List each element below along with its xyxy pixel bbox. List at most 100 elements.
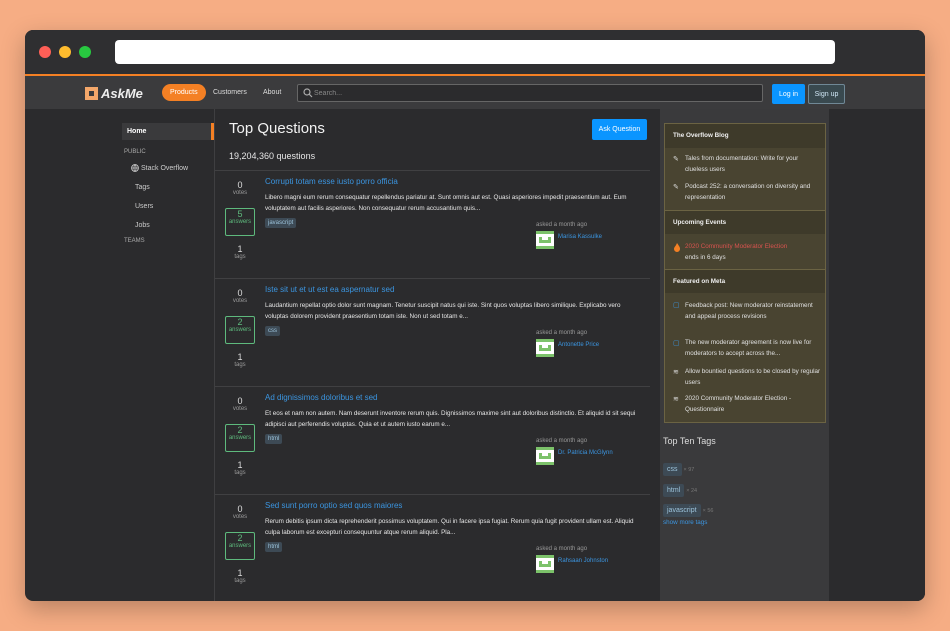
vote-count: 0 votes xyxy=(232,288,248,304)
event-link[interactable]: 2020 Community Moderator Election xyxy=(685,242,821,253)
meta-item[interactable]: The new moderator agreement is now live … xyxy=(685,338,821,359)
user-avatar[interactable] xyxy=(536,339,554,357)
logo-text: AskMe xyxy=(101,85,143,101)
site-logo[interactable]: AskMe xyxy=(85,84,143,102)
meta-header: Featured on Meta xyxy=(665,269,825,293)
blog-item[interactable]: Tales from documentation: Write for your… xyxy=(685,154,821,175)
question-summary: 0 votes 5 answers 1 tags Corrupti totam … xyxy=(215,170,650,278)
pencil-icon: ✎ xyxy=(673,156,679,163)
blog-header: The Overflow Blog xyxy=(665,124,825,148)
user-link[interactable]: Marisa Kassulke xyxy=(558,234,602,240)
maximize-window-button[interactable] xyxy=(79,46,91,58)
top-tags-header: Top Ten Tags xyxy=(663,436,716,446)
address-bar[interactable] xyxy=(115,40,835,64)
blog-item[interactable]: Podcast 252: a conversation on diversity… xyxy=(685,182,821,203)
sidebar-item-home[interactable]: Home xyxy=(122,123,214,140)
question-summary: 0 votes 2 answers 1 tags Ad dignissimos … xyxy=(215,386,650,494)
question-excerpt: Laudantium repellat optio dolor sunt mag… xyxy=(265,302,621,320)
site-header: AskMe Products Customers About Log in Si… xyxy=(25,74,925,109)
search-box xyxy=(297,84,763,102)
asked-time: asked a month ago xyxy=(536,438,588,444)
top-tag-row: javascript × 56 xyxy=(663,499,713,517)
asked-time: asked a month ago xyxy=(536,546,588,552)
tag-count: 1 tags xyxy=(234,460,246,476)
main-content: Top Questions Ask Question 19,204,360 qu… xyxy=(214,109,661,601)
question-tag[interactable]: html xyxy=(265,434,283,444)
page-margin xyxy=(829,109,925,601)
question-tag[interactable]: html xyxy=(265,542,283,552)
asked-time: asked a month ago xyxy=(536,222,588,228)
top-tag-count: × 97 xyxy=(683,467,695,473)
event-deadline: ends in 6 days xyxy=(685,254,726,261)
stack-icon: ≋ xyxy=(673,396,679,403)
search-input[interactable] xyxy=(314,85,754,101)
top-tag[interactable]: javascript xyxy=(663,504,701,517)
meta-item[interactable]: 2020 Community Moderator Election - Ques… xyxy=(685,394,821,415)
top-tag-count: × 56 xyxy=(702,508,714,514)
user-link[interactable]: Dr. Patricia McGlynn xyxy=(558,450,613,456)
answer-count: 2 answers xyxy=(225,316,255,344)
user-link[interactable]: Rahsaan Johnston xyxy=(558,558,608,564)
search-icon xyxy=(303,88,313,98)
stack-icon: ≋ xyxy=(673,369,679,376)
page-title: Top Questions xyxy=(229,120,325,137)
asked-time: asked a month ago xyxy=(536,330,588,336)
question-title-link[interactable]: Ad dignissimos doloribus et sed xyxy=(265,393,378,402)
top-tag[interactable]: css xyxy=(663,463,682,476)
answer-count: 5 answers xyxy=(225,208,255,236)
sidebar-section-public: PUBLIC xyxy=(124,149,146,155)
vote-count: 0 votes xyxy=(232,504,248,520)
answer-count: 2 answers xyxy=(225,424,255,452)
sidebar-item-tags[interactable]: Tags xyxy=(135,184,150,191)
meta-item[interactable]: Allow bountied questions to be closed by… xyxy=(685,367,821,388)
minimize-window-button[interactable] xyxy=(59,46,71,58)
user-link[interactable]: Antonette Price xyxy=(558,342,599,348)
sidebar-item-label: Stack Overflow xyxy=(141,164,189,172)
question-excerpt: Libero magni eum rerum consequatur repel… xyxy=(265,194,627,212)
answer-count: 2 answers xyxy=(225,532,255,560)
question-title-link[interactable]: Corrupti totam esse iusto porro officia xyxy=(265,177,398,186)
question-summary: 0 votes 2 answers 1 tags Iste sit ut et … xyxy=(215,278,650,386)
meta-item[interactable]: Feedback post: New moderator reinstateme… xyxy=(685,301,821,322)
question-count: 19,204,360 questions xyxy=(229,151,316,161)
ask-question-button[interactable]: Ask Question xyxy=(592,119,647,140)
top-tag-row: css × 97 xyxy=(663,458,694,476)
flame-icon xyxy=(674,243,680,252)
user-avatar[interactable] xyxy=(536,555,554,573)
tag-count: 1 tags xyxy=(234,244,246,260)
events-header: Upcoming Events xyxy=(665,210,825,234)
top-tag[interactable]: html xyxy=(663,484,685,497)
nav-products[interactable]: Products xyxy=(162,84,206,101)
question-list: 0 votes 5 answers 1 tags Corrupti totam … xyxy=(215,170,650,601)
browser-chrome xyxy=(25,30,925,74)
vote-count: 0 votes xyxy=(232,396,248,412)
globe-icon xyxy=(131,164,139,172)
sidebar-item-stack-overflow[interactable]: Stack Overflow xyxy=(131,164,188,172)
sidebar-item-jobs[interactable]: Jobs xyxy=(135,222,150,229)
question-tag[interactable]: javascript xyxy=(265,218,297,228)
sidebar-section-teams[interactable]: TEAMS xyxy=(124,238,145,244)
tag-count: 1 tags xyxy=(234,568,246,584)
question-excerpt: Rerum debitis ipsum dicta reprehenderit … xyxy=(265,518,634,536)
left-sidebar: Home PUBLIC Stack Overflow Tags Users Jo… xyxy=(122,109,214,601)
nav-customers[interactable]: Customers xyxy=(213,89,247,96)
browser-window: AskMe Products Customers About Log in Si… xyxy=(25,30,925,601)
sidebar-item-users[interactable]: Users xyxy=(135,203,153,210)
tag-count: 1 tags xyxy=(234,352,246,368)
question-tag[interactable]: css xyxy=(265,326,280,336)
show-more-tags-link[interactable]: show more tags xyxy=(663,519,707,526)
question-title-link[interactable]: Iste sit ut et ut est ea aspernatur sed xyxy=(265,285,394,294)
chat-icon: ▢ xyxy=(673,302,680,309)
top-tag-count: × 24 xyxy=(686,488,698,494)
user-avatar[interactable] xyxy=(536,447,554,465)
nav-about[interactable]: About xyxy=(263,89,281,96)
question-excerpt: Et eos et nam non autem. Nam deserunt in… xyxy=(265,410,636,428)
question-summary: 0 votes 2 answers 1 tags Sed sunt porro … xyxy=(215,494,650,601)
pencil-icon: ✎ xyxy=(673,184,679,191)
signup-button[interactable]: Sign up xyxy=(808,84,845,104)
question-title-link[interactable]: Sed sunt porro optio sed quos maiores xyxy=(265,501,402,510)
right-sidebar: The Overflow Blog ✎ Tales from documenta… xyxy=(660,109,829,601)
user-avatar[interactable] xyxy=(536,231,554,249)
login-button[interactable]: Log in xyxy=(772,84,805,104)
close-window-button[interactable] xyxy=(39,46,51,58)
